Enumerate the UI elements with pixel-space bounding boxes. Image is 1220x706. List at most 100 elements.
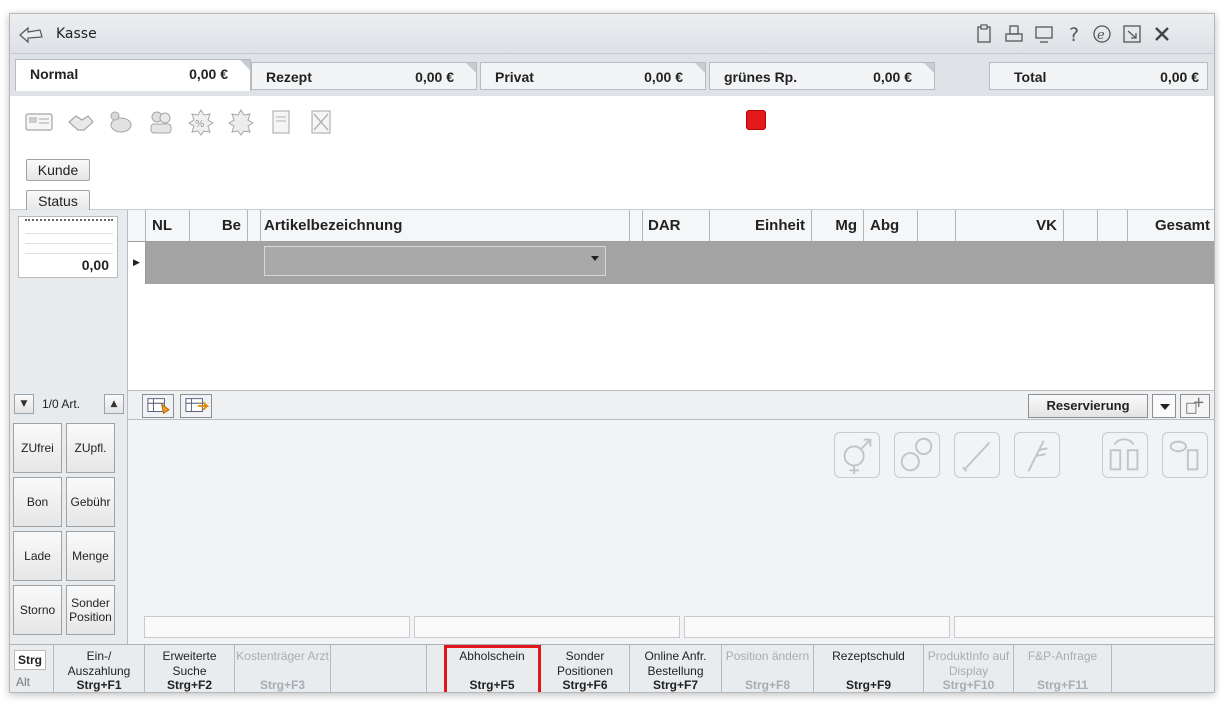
- customer-group-icon[interactable]: [146, 108, 176, 136]
- reservierung-dropdown-icon[interactable]: [1152, 394, 1176, 418]
- col-spacer: [1098, 210, 1128, 241]
- status-button[interactable]: Status: [26, 190, 90, 212]
- stop-indicator-icon[interactable]: [746, 110, 766, 130]
- online-anfr-bestellung-button[interactable]: Online Anfr. Bestellung Strg+F7: [630, 645, 722, 692]
- info-slot: [144, 616, 410, 638]
- col-dar[interactable]: DAR: [642, 210, 710, 241]
- medication-check-icon[interactable]: [1162, 432, 1208, 478]
- function-key-bar: Strg Alt Ein-/ Auszahlung Strg+F1 Erweit…: [10, 644, 1214, 692]
- position-aendern-button[interactable]: Position ändern Strg+F8: [722, 645, 814, 692]
- col-marker: [128, 210, 146, 241]
- notepad-line: [25, 243, 113, 244]
- fkey-shortcut: Strg+F5: [469, 678, 515, 692]
- info-slot: [954, 616, 1214, 638]
- fkey-shortcut: Strg+F6: [562, 678, 608, 692]
- ein-auszahlung-button[interactable]: Ein-/ Auszahlung Strg+F1: [54, 645, 145, 692]
- grid-header: NL Be Artikelbezeichnung DAR Einheit Mg …: [128, 210, 1214, 242]
- tab-rezept[interactable]: Rezept 0,00 €: [251, 62, 477, 90]
- bon-button[interactable]: Bon: [13, 477, 62, 527]
- window-title: Kasse: [56, 26, 97, 42]
- table-export-icon[interactable]: [180, 394, 212, 418]
- tab-corner-icon: [924, 63, 934, 73]
- menge-button[interactable]: Menge: [66, 531, 115, 581]
- document-icon[interactable]: [266, 108, 296, 136]
- clipboard-icon[interactable]: [974, 24, 994, 44]
- zufrei-button[interactable]: ZUfrei: [13, 423, 62, 473]
- fp-anfrage-button[interactable]: F&P-Anfrage Strg+F11: [1014, 645, 1112, 692]
- notepad-spiral-icon: [25, 219, 113, 223]
- notepad-line: [25, 233, 113, 234]
- modifier-primary[interactable]: Strg: [14, 650, 46, 670]
- table-row[interactable]: ▶: [128, 242, 1214, 284]
- wheat-icon[interactable]: [1014, 432, 1060, 478]
- produktinfo-display-button[interactable]: ProduktInfo auf Display Strg+F10: [924, 645, 1014, 692]
- col-artikelbezeichnung[interactable]: Artikelbezeichnung: [258, 210, 630, 241]
- fkey-label: F&P-Anfrage: [1027, 649, 1098, 663]
- fkey-shortcut: Strg+F10: [942, 678, 995, 692]
- close-icon[interactable]: [1152, 24, 1172, 44]
- kostentraeger-arzt-button[interactable]: Kostenträger Arzt Strg+F3: [235, 645, 331, 692]
- modifier-keys: Strg Alt: [10, 645, 54, 692]
- minimize-window-icon[interactable]: [1122, 24, 1142, 44]
- back-arrow-icon[interactable]: [18, 24, 44, 44]
- article-grid: NL Be Artikelbezeichnung DAR Einheit Mg …: [128, 210, 1214, 390]
- e-info-icon[interactable]: e: [1092, 24, 1112, 44]
- tab-gruenes-rp[interactable]: grünes Rp. 0,00 €: [709, 62, 935, 90]
- col-einheit[interactable]: Einheit: [710, 210, 812, 241]
- svg-text:e: e: [1097, 28, 1105, 43]
- fkey-shortcut: Strg+F1: [76, 678, 122, 692]
- child-elderly-icon[interactable]: [894, 432, 940, 478]
- chevron-down-icon[interactable]: [591, 256, 599, 261]
- empty-fkey-button[interactable]: [331, 645, 427, 692]
- handshake-icon[interactable]: [66, 108, 96, 136]
- thermometer-icon[interactable]: [954, 432, 1000, 478]
- tab-corner-icon: [240, 60, 250, 70]
- add-position-icon[interactable]: [1180, 394, 1210, 418]
- interaction-check-icon[interactable]: [1102, 432, 1148, 478]
- fkey-shortcut: Strg+F9: [845, 678, 891, 692]
- storno-button[interactable]: Storno: [13, 585, 62, 635]
- fkey-label: Sonder Positionen: [556, 649, 614, 678]
- kunde-button[interactable]: Kunde: [26, 159, 90, 181]
- article-count: 1/0 Art.: [42, 397, 81, 411]
- col-gesamt[interactable]: Gesamt: [1128, 210, 1214, 241]
- monitor-icon[interactable]: [1034, 24, 1054, 44]
- rezeptschuld-button[interactable]: Rezeptschuld Strg+F9: [814, 645, 924, 692]
- col-be[interactable]: Be: [190, 210, 248, 241]
- crossed-document-icon[interactable]: [306, 108, 336, 136]
- col-mg[interactable]: Mg: [812, 210, 864, 241]
- fkey-shortcut: Strg+F11: [1036, 678, 1089, 692]
- tab-amount: 0,00 €: [873, 69, 912, 85]
- col-nl[interactable]: NL: [146, 210, 190, 241]
- notepad[interactable]: 0,00: [18, 216, 118, 278]
- tab-normal[interactable]: Normal 0,00 €: [15, 59, 251, 91]
- lade-button[interactable]: Lade: [13, 531, 62, 581]
- notepad-value: 0,00: [81, 257, 109, 273]
- abholschein-button[interactable]: Abholschein Strg+F5: [444, 645, 541, 692]
- discount-icon[interactable]: %: [186, 108, 216, 136]
- print-icon[interactable]: [1004, 24, 1024, 44]
- gebuehr-button[interactable]: Gebühr: [66, 477, 115, 527]
- modifier-secondary[interactable]: Alt: [16, 675, 30, 689]
- pet-icon[interactable]: [106, 108, 136, 136]
- reservierung-button[interactable]: Reservierung: [1028, 394, 1148, 418]
- erweiterte-suche-button[interactable]: Erweiterte Suche Strg+F2: [145, 645, 235, 692]
- help-icon[interactable]: ?: [1064, 24, 1084, 44]
- tab-privat[interactable]: Privat 0,00 €: [480, 62, 706, 90]
- customer-card-icon[interactable]: [24, 108, 54, 136]
- scroll-down-button[interactable]: ▼: [14, 394, 34, 414]
- col-spacer: [918, 210, 956, 241]
- sonder-position-button[interactable]: Sonder Position: [66, 585, 115, 635]
- col-vk[interactable]: VK: [956, 210, 1064, 241]
- fkey-label: Kostenträger Arzt: [236, 649, 329, 663]
- article-navigator: ▼ 1/0 Art. ▲: [10, 391, 128, 417]
- table-import-icon[interactable]: [142, 394, 174, 418]
- gender-icon[interactable]: [834, 432, 880, 478]
- scroll-up-button[interactable]: ▲: [104, 394, 124, 414]
- article-search-input[interactable]: [264, 246, 606, 276]
- fkey-shortcut: Strg+F2: [166, 678, 212, 692]
- zupfl-button[interactable]: ZUpfl.: [66, 423, 115, 473]
- col-abg[interactable]: Abg: [864, 210, 918, 241]
- sonder-positionen-button[interactable]: Sonder Positionen Strg+F6: [541, 645, 630, 692]
- special-offer-icon[interactable]: [226, 108, 256, 136]
